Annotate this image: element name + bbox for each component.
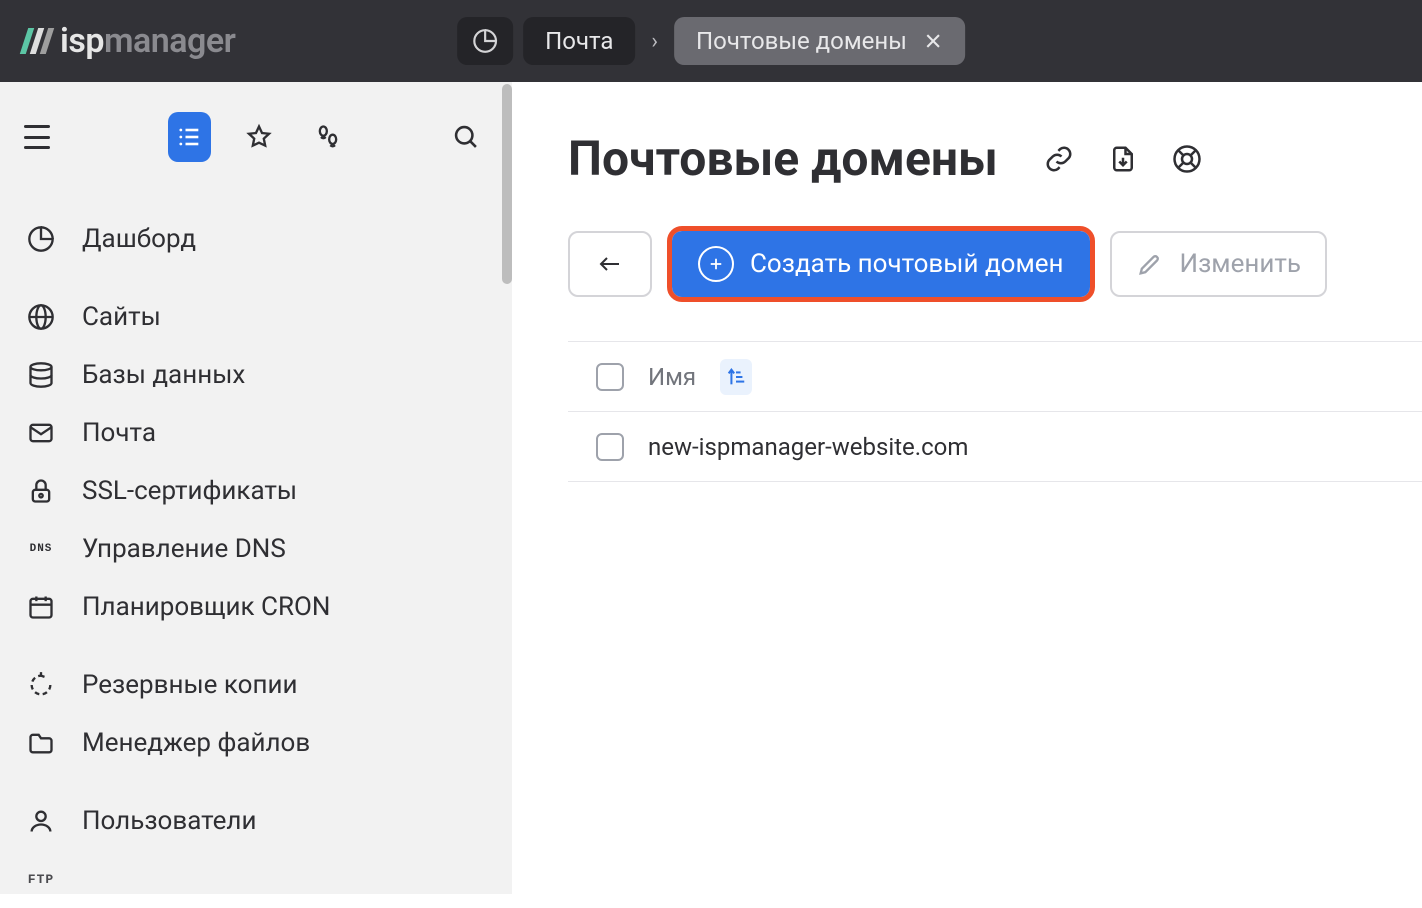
breadcrumb-current-label: Почтовые домены <box>696 27 907 55</box>
pie-chart-icon <box>26 224 56 254</box>
select-all-checkbox[interactable] <box>596 363 624 391</box>
plus-circle-icon <box>698 246 734 282</box>
ftp-icon: FTP <box>26 864 56 894</box>
sidebar-item-label: Резервные копии <box>82 670 298 700</box>
column-name-header[interactable]: Имя <box>648 363 696 391</box>
breadcrumb-parent-label: Почта <box>545 27 613 55</box>
star-icon <box>245 123 273 151</box>
sidebar-item-filemanager[interactable]: Менеджер файлов <box>16 714 496 772</box>
sidebar-item-label: Почта <box>82 418 156 448</box>
sidebar-item-label: SSL-сертификаты <box>82 476 297 506</box>
sidebar-item-label: Менеджер файлов <box>82 728 310 758</box>
logo-icon <box>24 28 50 54</box>
logo[interactable]: ispmanager <box>24 21 235 61</box>
sidebar: Дашборд Сайты Базы данных Почта SSL-серт… <box>0 82 512 894</box>
sidebar-item-databases[interactable]: Базы данных <box>16 346 496 404</box>
create-mail-domain-button[interactable]: Создать почтовый домен <box>672 231 1090 297</box>
breadcrumb: Почта › Почтовые домены <box>457 17 965 65</box>
table-row[interactable]: new-ispmanager-website.com <box>568 412 1422 482</box>
sidebar-item-dns[interactable]: DNS Управление DNS <box>16 520 496 578</box>
arrow-left-icon <box>593 252 627 276</box>
sidebar-item-label: Пользователи <box>82 806 256 836</box>
sidebar-top-tabs <box>16 112 496 192</box>
breadcrumb-parent[interactable]: Почта <box>523 17 635 65</box>
close-icon[interactable] <box>923 31 943 51</box>
sidebar-item-users[interactable]: Пользователи <box>16 792 496 850</box>
tab-menu[interactable] <box>168 112 211 162</box>
sort-asc-icon <box>725 366 747 388</box>
main-content: Почтовые домены Создать почтовый домен И… <box>512 82 1422 894</box>
sidebar-item-ftp[interactable]: FTP <box>16 850 496 908</box>
page-title: Почтовые домены <box>568 130 998 187</box>
sort-button[interactable] <box>720 359 752 395</box>
sidebar-item-dashboard[interactable]: Дашборд <box>16 210 496 268</box>
search-icon <box>452 123 480 151</box>
link-button[interactable] <box>1044 144 1074 174</box>
sidebar-scrollbar[interactable] <box>502 84 512 284</box>
sidebar-item-mail[interactable]: Почта <box>16 404 496 462</box>
mail-domains-table: Имя new-ispmanager-website.com <box>568 341 1422 482</box>
sidebar-item-label: Базы данных <box>82 360 245 390</box>
sidebar-item-cron[interactable]: Планировщик CRON <box>16 578 496 636</box>
breadcrumb-current[interactable]: Почтовые домены <box>674 17 965 65</box>
edit-button[interactable]: Изменить <box>1110 231 1327 297</box>
tab-favorites[interactable] <box>237 112 280 162</box>
header-actions <box>1044 144 1202 174</box>
folder-icon <box>26 728 56 758</box>
dashboard-shortcut-button[interactable] <box>457 17 513 65</box>
sidebar-item-label: Управление DNS <box>82 534 286 564</box>
database-icon <box>26 360 56 390</box>
list-icon <box>175 123 203 151</box>
back-button[interactable] <box>568 231 652 297</box>
user-icon <box>26 806 56 836</box>
edit-button-label: Изменить <box>1180 249 1301 279</box>
topbar: ispmanager Почта › Почтовые домены <box>0 0 1422 82</box>
sidebar-item-ssl[interactable]: SSL-сертификаты <box>16 462 496 520</box>
help-button[interactable] <box>1172 144 1202 174</box>
page-header: Почтовые домены <box>568 130 1422 187</box>
lock-icon <box>26 476 56 506</box>
footsteps-icon <box>314 123 342 151</box>
sidebar-item-label: Дашборд <box>82 224 196 254</box>
row-checkbox[interactable] <box>596 433 624 461</box>
pencil-icon <box>1136 250 1164 278</box>
refresh-icon <box>26 670 56 700</box>
sidebar-item-label: Сайты <box>82 302 161 332</box>
toolbar: Создать почтовый домен Изменить <box>568 231 1422 297</box>
calendar-icon <box>26 592 56 622</box>
mail-icon <box>26 418 56 448</box>
download-button[interactable] <box>1108 144 1138 174</box>
globe-icon <box>26 302 56 332</box>
chevron-right-icon: › <box>645 29 664 54</box>
sidebar-item-label: Планировщик CRON <box>82 592 330 622</box>
pie-chart-icon <box>472 28 498 54</box>
table-header: Имя <box>568 342 1422 412</box>
sidebar-item-sites[interactable]: Сайты <box>16 288 496 346</box>
search-button[interactable] <box>445 112 488 162</box>
create-button-label: Создать почтовый домен <box>750 249 1064 279</box>
menu-toggle-button[interactable] <box>24 125 50 149</box>
dns-icon: DNS <box>26 534 56 564</box>
row-name: new-ispmanager-website.com <box>648 433 968 461</box>
sidebar-item-backup[interactable]: Резервные копии <box>16 656 496 714</box>
tab-activity[interactable] <box>306 112 349 162</box>
